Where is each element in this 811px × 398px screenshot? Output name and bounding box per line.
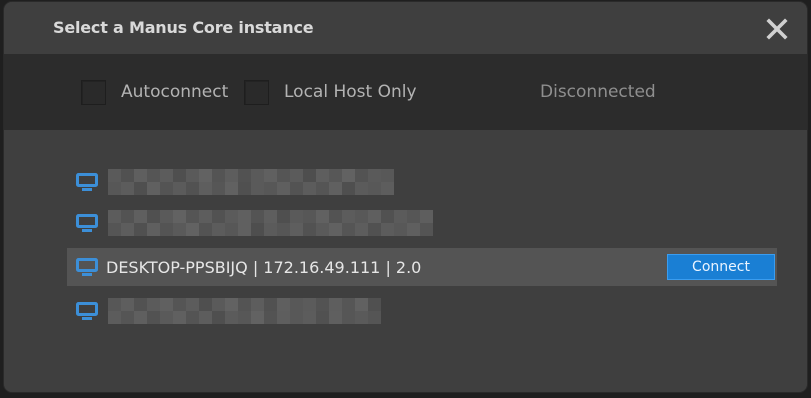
autoconnect-option[interactable]: Autoconnect xyxy=(81,78,228,106)
monitor-icon xyxy=(76,258,98,276)
instance-row[interactable] xyxy=(67,163,777,201)
close-icon[interactable] xyxy=(763,15,791,43)
options-bar: Autoconnect Local Host Only Disconnected xyxy=(4,54,807,130)
redacted-instance-label xyxy=(108,210,433,236)
monitor-icon xyxy=(76,302,98,320)
instance-row-selected[interactable]: DESKTOP-PPSBIJQ | 172.16.49.111 | 2.0 Co… xyxy=(67,248,777,286)
select-core-dialog: Select a Manus Core instance Autoconnect… xyxy=(4,2,807,392)
dialog-title: Select a Manus Core instance xyxy=(53,18,314,37)
autoconnect-checkbox[interactable] xyxy=(81,79,106,105)
autoconnect-label: Autoconnect xyxy=(121,82,229,102)
dialog-titlebar: Select a Manus Core instance xyxy=(4,2,807,54)
instance-list: DESKTOP-PPSBIJQ | 172.16.49.111 | 2.0 Co… xyxy=(4,130,807,392)
redacted-instance-label xyxy=(108,298,381,324)
monitor-icon xyxy=(76,173,98,191)
connection-status: Disconnected xyxy=(540,82,656,102)
instance-row[interactable] xyxy=(67,292,777,330)
local-host-only-label: Local Host Only xyxy=(284,82,417,102)
local-host-only-checkbox[interactable] xyxy=(244,79,269,105)
connect-button[interactable]: Connect xyxy=(667,254,775,280)
instance-label: DESKTOP-PPSBIJQ | 172.16.49.111 | 2.0 xyxy=(106,257,422,277)
monitor-icon xyxy=(76,214,98,232)
local-host-only-option[interactable]: Local Host Only xyxy=(244,78,417,106)
redacted-instance-label xyxy=(108,169,394,195)
instance-row[interactable] xyxy=(67,204,777,242)
